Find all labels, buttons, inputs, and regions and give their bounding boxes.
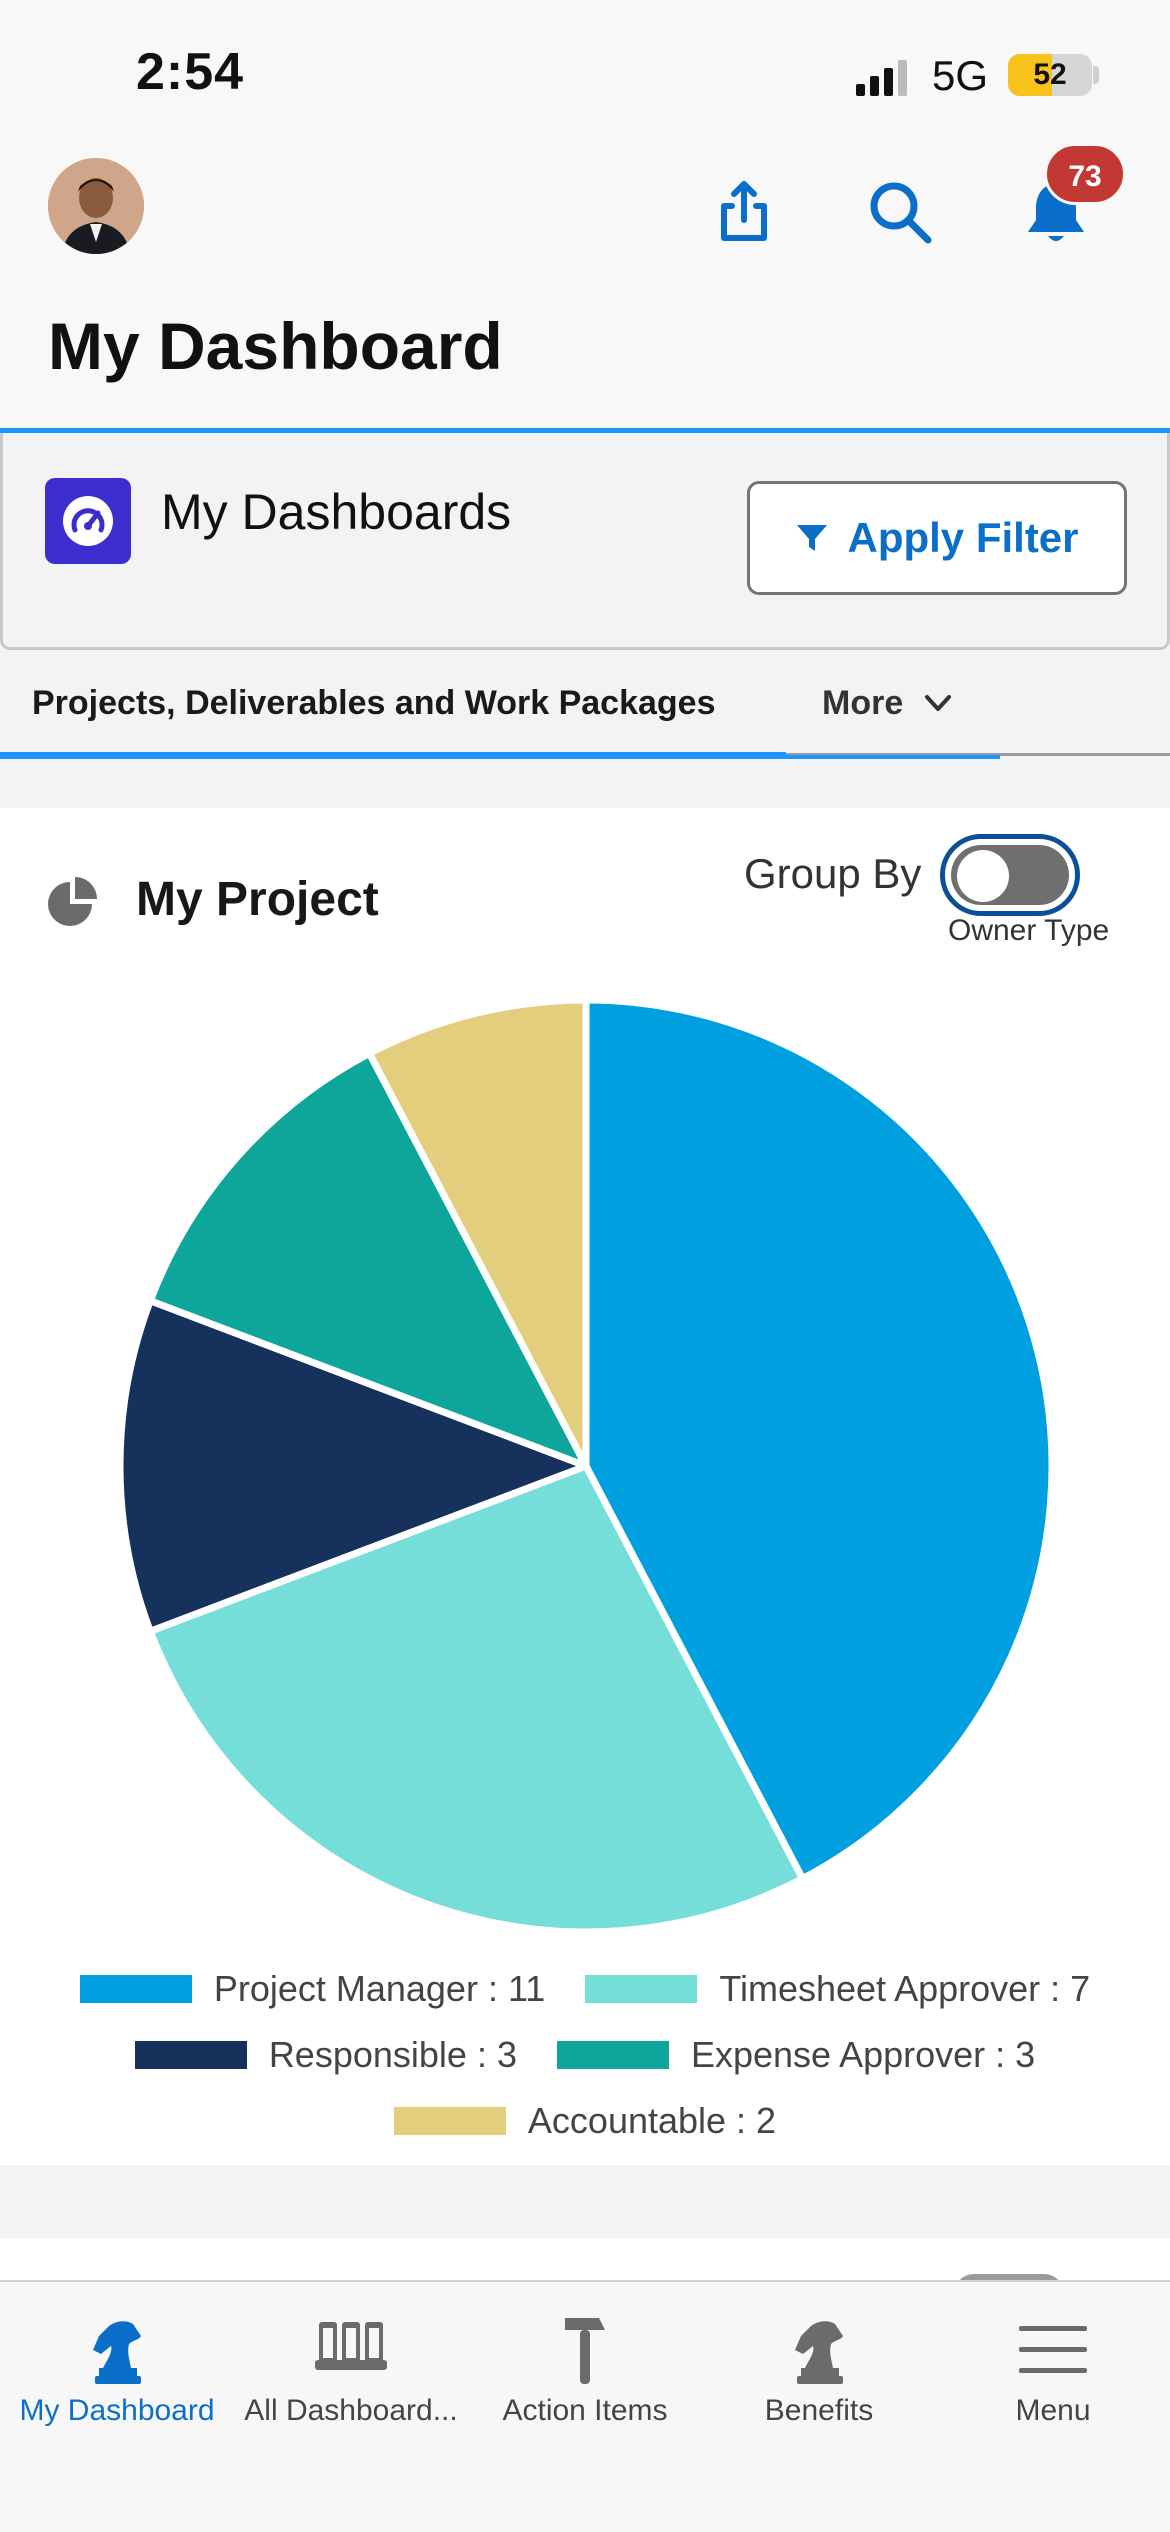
apply-filter-label: Apply Filter <box>847 514 1079 561</box>
tab-more-label: More <box>822 683 904 722</box>
legend-swatch <box>556 2041 669 2069</box>
legend-item[interactable]: Responsible : 3 <box>134 2034 517 2076</box>
legend-label: Responsible : 3 <box>268 2034 517 2075</box>
menu-icon <box>1013 2310 1093 2390</box>
legend-label: Expense Approver : 3 <box>690 2034 1036 2075</box>
page-title: My Dashboard <box>48 309 503 383</box>
legend-item[interactable]: Accountable : 2 <box>393 2100 777 2142</box>
notification-badge[interactable]: 73 <box>1044 143 1126 205</box>
legend-label: Accountable : 2 <box>527 2100 777 2141</box>
legend-label: Project Manager : 11 <box>213 1968 546 2009</box>
battery-icon: 52 <box>1008 54 1092 96</box>
legend-item[interactable]: Timesheet Approver : 7 <box>585 1968 1090 2010</box>
apply-filter-button[interactable]: Apply Filter <box>747 481 1127 595</box>
toggle-track <box>951 845 1069 905</box>
chevron-down-icon <box>925 695 952 711</box>
nav-label: All Dashboard... <box>244 2394 458 2427</box>
legend-row: Project Manager : 11 Timesheet Approver … <box>0 1956 1170 2022</box>
battery-tip <box>1093 66 1099 84</box>
tab-projects-label: Projects, Deliverables and Work Packages <box>32 683 716 722</box>
legend-swatch <box>134 2041 247 2069</box>
my-project-card: My Project Group By Owner Type Project M… <box>0 808 1170 2165</box>
battery-percent: 52 <box>1033 58 1067 91</box>
dashboards-card: My Dashboards Apply Filter <box>0 433 1170 650</box>
legend-label: Timesheet Approver : 7 <box>719 1968 1091 2009</box>
legend-swatch <box>585 1975 698 2003</box>
group-by-toggle[interactable] <box>940 834 1080 916</box>
nav-all-dashboards[interactable]: All Dashboard... <box>234 2282 468 2532</box>
nav-menu[interactable]: Menu <box>936 2282 1170 2532</box>
dashboards-label: My Dashboards <box>161 484 512 540</box>
app-header: 73 My Dashboard <box>0 140 1170 430</box>
chart-title: My Project <box>136 873 379 926</box>
bottom-nav: My Dashboard All Dashboard... Action Ite… <box>0 2280 1170 2532</box>
share-icon[interactable] <box>708 176 780 248</box>
status-time: 2:54 <box>136 43 245 101</box>
tab-projects[interactable]: Projects, Deliverables and Work Packages <box>0 650 786 759</box>
network-type: 5G <box>932 52 989 99</box>
knight-icon <box>77 2310 157 2390</box>
nav-action-items[interactable]: Action Items <box>468 2282 702 2532</box>
nav-label: Action Items <box>502 2394 668 2427</box>
toggle-knob <box>957 850 1009 902</box>
search-icon[interactable] <box>864 176 936 248</box>
avatar[interactable] <box>48 158 144 254</box>
nav-my-dashboard[interactable]: My Dashboard <box>0 2282 234 2532</box>
chart-legend: Project Manager : 11 Timesheet Approver … <box>0 1956 1170 2154</box>
dashboard-gauge-icon <box>45 478 131 564</box>
tab-more[interactable]: More <box>786 650 1000 759</box>
legend-row: Responsible : 3 Expense Approver : 3 <box>0 2022 1170 2088</box>
filter-icon <box>797 525 828 551</box>
legend-item[interactable]: Project Manager : 11 <box>79 1968 546 2010</box>
pie-chart-icon <box>48 877 97 926</box>
status-bar: 2:54 5G 52 <box>0 0 1170 140</box>
legend-swatch <box>79 1975 192 2003</box>
legend-item[interactable]: Expense Approver : 3 <box>556 2034 1036 2076</box>
legend-row: Accountable : 2 <box>0 2088 1170 2154</box>
hammer-icon <box>545 2310 625 2390</box>
legend-swatch <box>393 2107 506 2135</box>
owner-type-label: Owner Type <box>948 914 1110 947</box>
nav-label: My Dashboard <box>19 2394 215 2427</box>
tab-bar: Projects, Deliverables and Work Packages… <box>0 650 1170 759</box>
group-by-label: Group By <box>744 850 922 897</box>
book-icon <box>311 2310 391 2390</box>
nav-benefits[interactable]: Benefits <box>702 2282 936 2532</box>
knight-icon <box>779 2310 859 2390</box>
signal-icon <box>856 58 916 96</box>
nav-label: Menu <box>1015 2394 1091 2427</box>
nav-label: Benefits <box>764 2394 874 2427</box>
